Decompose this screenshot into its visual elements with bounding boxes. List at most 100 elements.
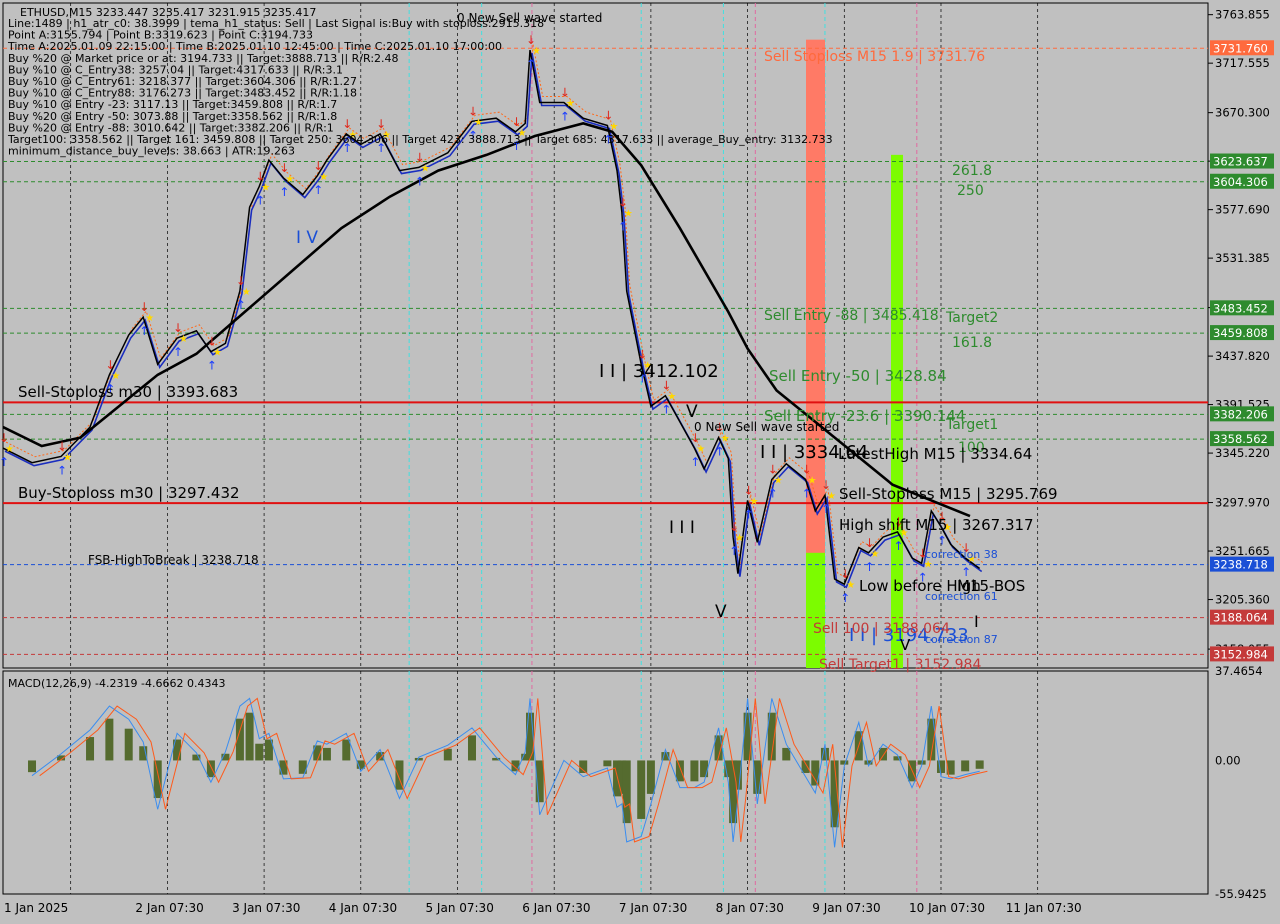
sell-arrow: ↓ <box>802 462 812 476</box>
price-chart[interactable]: ↑↓★↑↓★↑↓★↑↓★↑↓★↑↓★↑↓★↑↓★ ↑↓★↑↓★↑↓★↑↓★↑↓★↑… <box>0 0 1280 920</box>
sell-arrow: ↓ <box>173 321 183 335</box>
annotation-correction-61: correction 61 <box>925 590 998 603</box>
buy-arrow: ↑ <box>744 507 754 521</box>
macd-hist-bar <box>936 760 945 773</box>
buy-arrow: ↑ <box>526 57 536 71</box>
x-tick-label: 1 Jan 2025 <box>4 901 68 915</box>
buy-arrow: ↑ <box>207 359 217 373</box>
sell-arrow: ↓ <box>279 161 289 175</box>
annotation-fib-261: 261.8 <box>952 163 992 179</box>
price-tag-label: 3459.808 <box>1213 326 1268 340</box>
star-marker: ★ <box>750 496 759 507</box>
x-tick-label: 6 Jan 07:30 <box>522 901 590 915</box>
annotation-target1: Target1 <box>945 417 998 433</box>
annotation-sell-target1: Sell Target1 | 3152.984 <box>819 657 981 673</box>
macd-hist-bar <box>893 756 902 761</box>
macd-hist-bar <box>961 760 970 772</box>
price-tag-label: 3188.064 <box>1213 611 1268 625</box>
macd-hist-bar <box>840 760 849 765</box>
macd-hist-bar <box>206 760 215 778</box>
price-tag-label: 3731.760 <box>1213 41 1268 55</box>
star-marker: ★ <box>319 172 328 183</box>
annotation-sell-entry-88: Sell Entry -88 | 3485.418 <box>764 308 939 324</box>
annotation-wave-iv: I V <box>296 228 318 248</box>
star-marker: ★ <box>63 452 72 463</box>
x-tick-label: 11 Jan 07:30 <box>1006 901 1082 915</box>
macd-hist-bar <box>622 760 631 824</box>
y-tick-label: 3577.690 <box>1215 203 1270 217</box>
annotation-wave-i: I <box>974 612 979 631</box>
x-tick-label: 9 Jan 07:30 <box>812 901 880 915</box>
star-marker: ★ <box>145 313 154 324</box>
macd-title: MACD(12,26,9) -4.2319 -4.6662 0.4343 <box>8 677 225 690</box>
annotation-buy-stoploss-m30: Buy-Stoploss m30 | 3297.432 <box>18 484 240 502</box>
star-marker: ★ <box>242 287 251 298</box>
star-marker: ★ <box>735 533 744 544</box>
sell-arrow: ↓ <box>57 439 67 453</box>
macd-hist-bar <box>443 748 452 761</box>
buy-arrow: ↑ <box>893 539 903 553</box>
x-tick-label: 3 Jan 07:30 <box>232 901 300 915</box>
buy-arrow: ↑ <box>255 193 265 207</box>
sell-arrow: ↓ <box>313 159 323 173</box>
annotation-fsb-high: FSB-HighToBreak | 3238.718 <box>88 553 259 567</box>
annotation-correction-87: correction 87 <box>925 633 998 646</box>
x-tick-label: 5 Jan 07:30 <box>425 901 493 915</box>
price-tag-label: 3604.306 <box>1213 175 1268 189</box>
x-tick-label: 4 Jan 07:30 <box>329 901 397 915</box>
annotation-sell-stoploss-m15: Sell-Stoploss M15 | 3295.769 <box>839 485 1058 503</box>
macd-hist-bar <box>105 718 114 761</box>
buy-arrow: ↑ <box>661 403 671 417</box>
x-tick-label: 10 Jan 07:30 <box>909 901 985 915</box>
macd-hist-bar <box>811 760 820 786</box>
annotation-sell-entry-50: Sell Entry -50 | 3428.84 <box>769 367 947 385</box>
star-marker: ★ <box>474 117 483 128</box>
sell-arrow: ↓ <box>236 274 246 288</box>
buy-arrow: ↑ <box>279 185 289 199</box>
star-marker: ★ <box>213 348 222 359</box>
annotation-sell-stoploss-top: Sell Stoploss M15 1.9 | 3731.76 <box>764 49 985 65</box>
macd-hist-bar <box>878 747 887 761</box>
sell-arrow: ↓ <box>255 169 265 183</box>
annotation-correction-38: correction 38 <box>925 548 998 561</box>
x-tick-label: 7 Jan 07:30 <box>619 901 687 915</box>
macd-hist-bar <box>153 760 162 799</box>
annotation-target2: Target2 <box>945 310 998 326</box>
buy-arrow: ↑ <box>864 560 874 574</box>
star-marker: ★ <box>667 392 676 403</box>
sell-arrow: ↓ <box>618 195 628 209</box>
annotation-high-shift: High shift M15 | 3267.317 <box>839 516 1034 534</box>
star-marker: ★ <box>179 334 188 345</box>
annotation-latest-high: LatestHigh M15 | 3334.64 <box>838 445 1032 463</box>
sell-arrow: ↓ <box>376 117 386 131</box>
annotation-wave-ii-top: I I | 3412.102 <box>599 361 719 382</box>
buy-arrow: ↑ <box>715 445 725 459</box>
macd-y-label: 37.4654 <box>1215 664 1263 678</box>
star-marker: ★ <box>532 46 541 57</box>
star-marker: ★ <box>111 371 120 382</box>
buy-arrow: ↑ <box>415 174 425 188</box>
sell-arrow: ↓ <box>768 462 778 476</box>
annotation-wave-iii: I I I <box>669 518 695 538</box>
macd-hist-bar <box>579 760 588 773</box>
macd-hist-bar <box>322 747 331 761</box>
macd-hist-bar <box>342 739 351 761</box>
sell-arrow: ↓ <box>744 483 754 497</box>
macd-hist-bar <box>675 760 684 782</box>
macd-y-label: 0.00 <box>1215 753 1241 767</box>
annotation-wave-v-low: V <box>715 602 727 622</box>
y-tick-label: 3763.855 <box>1215 8 1270 22</box>
sell-arrow: ↓ <box>840 567 850 581</box>
sell-arrow: ↓ <box>342 117 352 131</box>
macd-hist-bar <box>245 712 254 761</box>
star-marker: ★ <box>696 444 705 455</box>
buy-zone-bar-left <box>806 552 825 668</box>
star-marker: ★ <box>609 122 618 133</box>
price-tag-label: 3152.984 <box>1213 647 1268 661</box>
macd-hist-bar <box>86 737 95 761</box>
star-marker: ★ <box>721 434 730 445</box>
info-line: minimum_distance_buy_levels: 38.663 | AT… <box>8 145 295 158</box>
buy-arrow: ↑ <box>236 298 246 312</box>
star-marker: ★ <box>808 475 817 486</box>
macd-hist-bar <box>700 760 709 778</box>
